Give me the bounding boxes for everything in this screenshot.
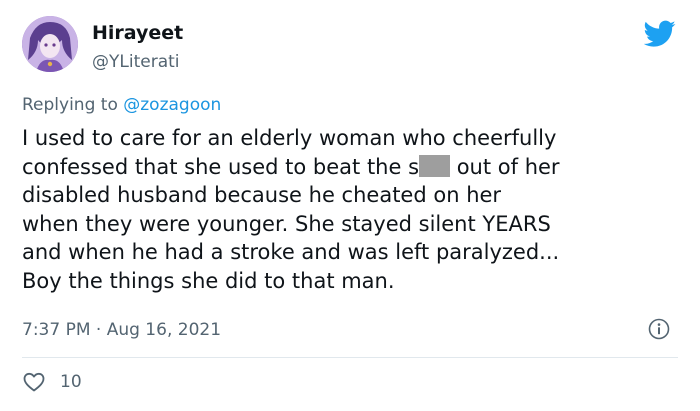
- tweet-line-6: Boy the things she did to that man.: [22, 268, 395, 293]
- tweet-line-5: and when he had a stroke and was left pa…: [22, 240, 560, 265]
- avatar[interactable]: [22, 16, 78, 72]
- display-name[interactable]: Hirayeet: [92, 22, 183, 44]
- user-handle[interactable]: @YLiterati: [92, 52, 180, 72]
- tweet-line-2: confessed that she used to beat the s ou…: [22, 153, 682, 182]
- tweet-line-1: I used to care for an elderly woman who …: [22, 126, 557, 150]
- censor-block: [419, 154, 451, 177]
- tweet-line-4: when they were younger. She stayed silen…: [22, 211, 551, 236]
- tweet-timestamp[interactable]: 7:37 PM · Aug 16, 2021: [22, 320, 221, 340]
- like-action[interactable]: 10: [22, 370, 82, 394]
- info-icon[interactable]: [648, 318, 670, 340]
- tweet-line-2-start: confessed that she used to beat the s: [22, 154, 420, 179]
- divider: [22, 357, 678, 358]
- reply-prefix: Replying to: [22, 95, 124, 115]
- heart-icon[interactable]: [22, 370, 46, 394]
- tweet-line-2-end: out of her: [450, 154, 560, 179]
- tweet-line-3: disabled husband because he cheated on h…: [22, 183, 502, 208]
- like-count: 10: [60, 372, 82, 392]
- tweet-text: I used to care for an elderly woman who …: [22, 124, 682, 296]
- reply-mention-link[interactable]: @zozagoon: [123, 95, 221, 115]
- reply-context: Replying to @zozagoon: [22, 95, 221, 115]
- twitter-bird-icon[interactable]: [644, 20, 676, 48]
- avatar-illustration: [22, 16, 78, 72]
